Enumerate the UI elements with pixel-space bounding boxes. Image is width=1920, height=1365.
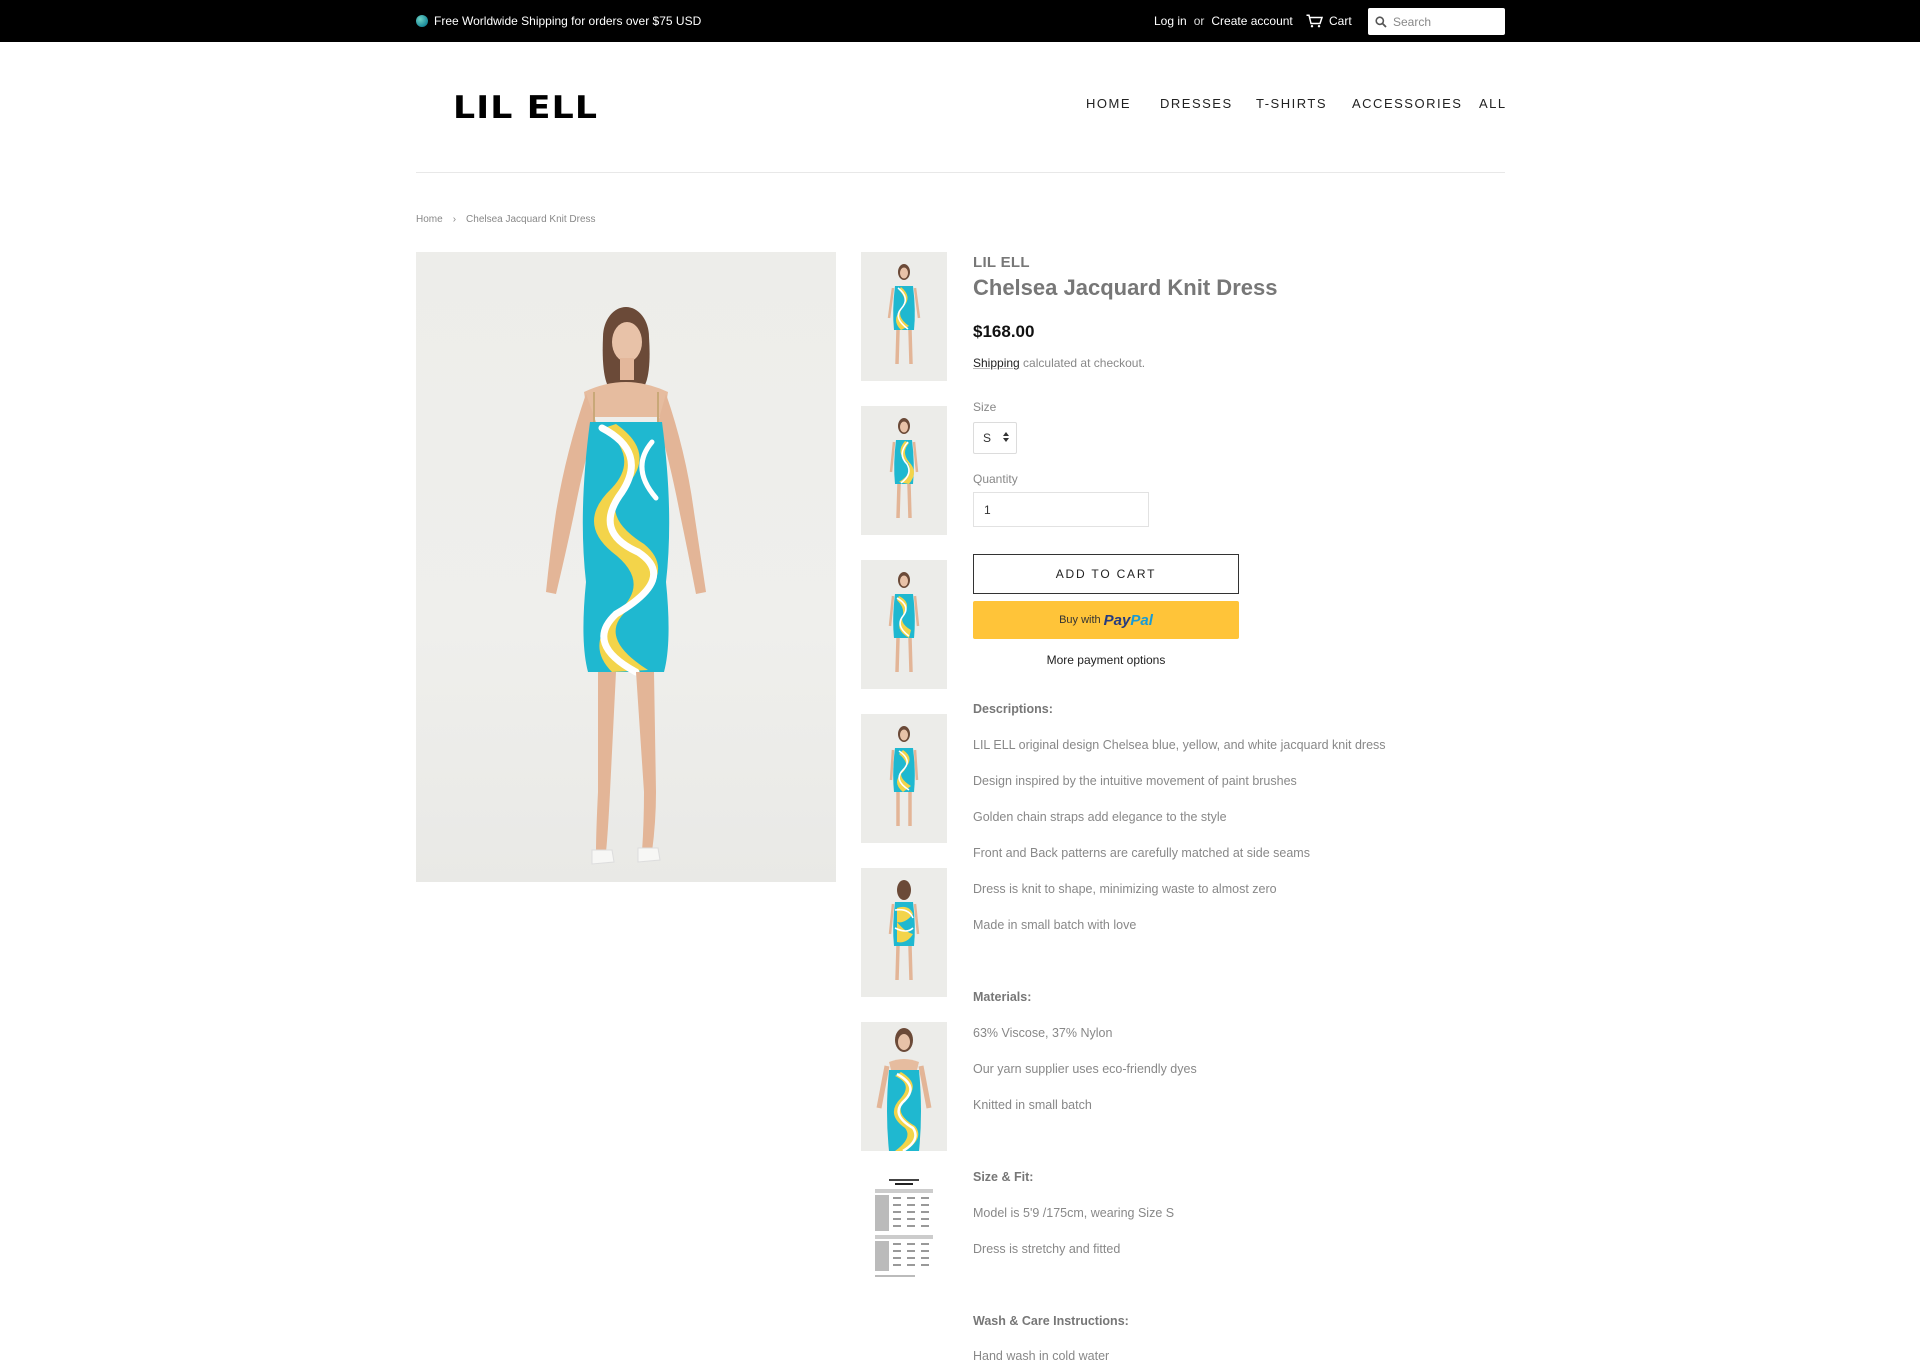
product-thumbnail[interactable] (861, 868, 947, 997)
cart-link[interactable]: Cart (1306, 0, 1352, 42)
shipping-announcement-text: Free Worldwide Shipping for orders over … (434, 14, 702, 28)
size-fit-line: Model is 5'9 /175cm, wearing Size S (973, 1206, 1175, 1220)
size-select-value: S (983, 431, 992, 445)
announcement-bar: Free Worldwide Shipping for orders over … (0, 0, 1920, 42)
description-line: Made in small batch with love (973, 918, 1137, 932)
descriptions-heading: Descriptions: (973, 702, 1053, 716)
materials-line: Knitted in small batch (973, 1098, 1092, 1112)
care-line: Hand wash in cold water (973, 1349, 1110, 1363)
nav-all[interactable]: ALL (1479, 96, 1507, 111)
product-thumbnail[interactable] (861, 406, 947, 535)
cart-label: Cart (1329, 14, 1352, 28)
size-select[interactable]: S (973, 422, 1017, 454)
search-input[interactable] (1393, 14, 1493, 29)
more-payment-options-link[interactable]: More payment options (973, 653, 1239, 667)
shipping-note-text: calculated at checkout. (1019, 356, 1146, 370)
shipping-link[interactable]: Shipping (973, 356, 1020, 370)
product-main-image[interactable] (416, 252, 836, 882)
size-fit-heading: Size & Fit: (973, 1170, 1034, 1184)
select-arrows-icon (1003, 432, 1009, 442)
header-divider (416, 172, 1505, 173)
nav-dresses[interactable]: DRESSES (1160, 96, 1233, 111)
description-line: Dress is knit to shape, minimizing waste… (973, 882, 1277, 896)
site-logo[interactable]: LIL ELL (453, 90, 598, 126)
breadcrumb-home[interactable]: Home (416, 214, 443, 225)
paypal-button[interactable]: Buy with Pay Pal (973, 601, 1239, 639)
paypal-prefix: Buy with (1059, 614, 1101, 626)
description-line: Design inspired by the intuitive movemen… (973, 774, 1297, 788)
paypal-logo-pay: Pay (1103, 611, 1131, 629)
product-title: Chelsea Jacquard Knit Dress (973, 275, 1278, 300)
product-thumbnail[interactable] (861, 714, 947, 843)
nav-home[interactable]: HOME (1086, 96, 1131, 111)
breadcrumb-separator: › (452, 214, 457, 225)
quantity-input[interactable] (973, 492, 1149, 527)
paypal-logo-pal: Pal (1130, 611, 1153, 629)
breadcrumb-current: Chelsea Jacquard Knit Dress (466, 214, 596, 225)
create-account-link[interactable]: Create account (1211, 14, 1292, 28)
account-links: Log in or Create account (1154, 0, 1293, 42)
description-line: LIL ELL original design Chelsea blue, ye… (973, 738, 1386, 752)
size-fit-line: Dress is stretchy and fitted (973, 1242, 1121, 1256)
product-thumbnail[interactable] (861, 560, 947, 689)
description-line: Front and Back patterns are carefully ma… (973, 846, 1310, 860)
care-heading: Wash & Care Instructions: (973, 1314, 1129, 1328)
search-box[interactable] (1368, 8, 1505, 35)
size-chart-thumbnail[interactable] (861, 1177, 947, 1283)
materials-heading: Materials: (973, 990, 1032, 1004)
cart-icon (1306, 14, 1323, 28)
search-icon[interactable] (1375, 15, 1387, 28)
shipping-note: Shipping calculated at checkout. (973, 356, 1145, 370)
quantity-label: Quantity (973, 472, 1018, 486)
account-separator: or (1193, 14, 1205, 28)
shipping-announcement: Free Worldwide Shipping for orders over … (416, 0, 701, 42)
product-price: $168.00 (973, 322, 1035, 341)
product-thumbnail[interactable] (861, 252, 947, 381)
size-label: Size (973, 400, 997, 414)
nav-accessories[interactable]: ACCESSORIES (1352, 96, 1462, 111)
materials-line: 63% Viscose, 37% Nylon (973, 1026, 1113, 1040)
materials-line: Our yarn supplier uses eco-friendly dyes (973, 1062, 1197, 1076)
login-link[interactable]: Log in (1154, 14, 1187, 28)
description-line: Golden chain straps add elegance to the … (973, 810, 1227, 824)
nav-t-shirts[interactable]: T-SHIRTS (1256, 96, 1327, 111)
breadcrumb: Home › Chelsea Jacquard Knit Dress (416, 214, 596, 225)
product-vendor[interactable]: LIL ELL (973, 254, 1030, 271)
add-to-cart-button[interactable]: ADD TO CART (973, 554, 1239, 594)
globe-icon (416, 15, 428, 27)
product-thumbnail[interactable] (861, 1022, 947, 1151)
